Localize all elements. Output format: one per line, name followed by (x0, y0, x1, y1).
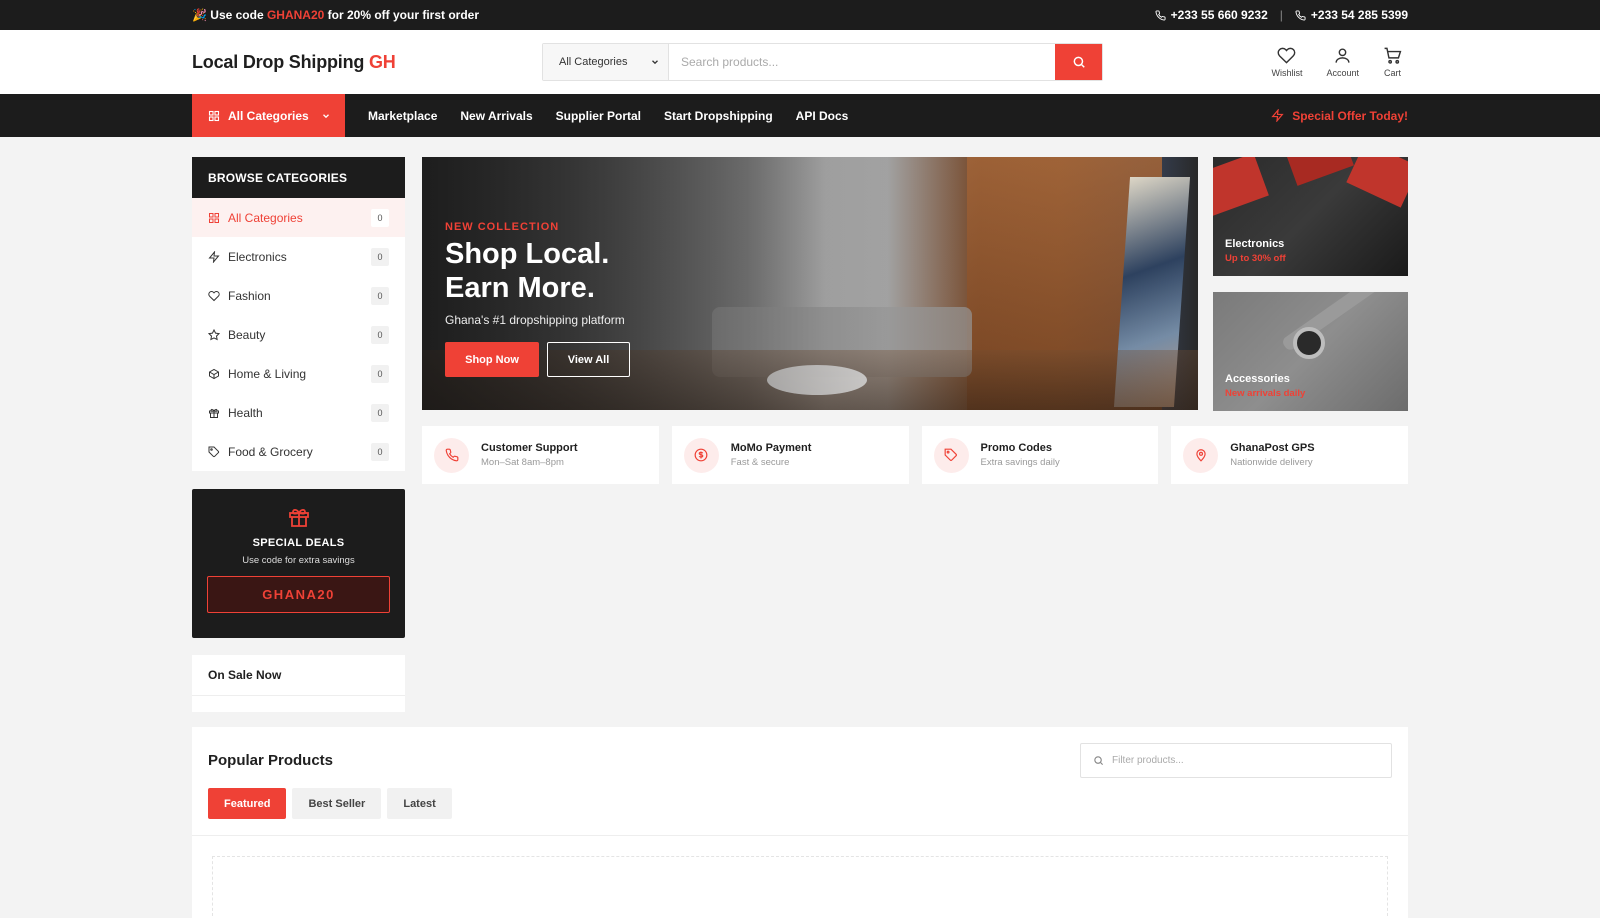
feature-customer-support: Customer Support Mon–Sat 8am–8pm (422, 426, 659, 484)
tag-icon (944, 448, 957, 461)
deals-title: SPECIAL DEALS (252, 537, 345, 549)
main-nav: All Categories Marketplace New Arrivals … (0, 94, 1600, 137)
cart-button[interactable]: Cart (1383, 46, 1402, 78)
heart-icon (1278, 47, 1296, 64)
grid-icon (208, 110, 220, 121)
tab-best-seller[interactable]: Best Seller (292, 788, 382, 819)
sidebar-item-fashion[interactable]: Fashion 0 (192, 276, 405, 315)
tag-icon (208, 446, 220, 457)
bag-image (1213, 157, 1269, 216)
star-icon (208, 328, 220, 340)
tab-featured[interactable]: Featured (208, 788, 287, 819)
location-icon (1196, 449, 1206, 462)
nav-link-marketplace[interactable]: Marketplace (368, 109, 437, 123)
filter-products-input[interactable]: Filter products... (1080, 743, 1392, 778)
chevron-down-icon (322, 113, 329, 118)
sidebar-item-all-categories[interactable]: All Categories 0 (192, 198, 405, 237)
category-list: BROWSE CATEGORIES All Categories 0 Elect… (192, 157, 405, 471)
on-sale-title: On Sale Now (192, 655, 405, 696)
hero-subtitle: Ghana's #1 dropshipping platform (445, 313, 625, 327)
promo-code: GHANA20 (266, 8, 325, 22)
hero-banner: NEW COLLECTION Shop Local. Earn More. Gh… (422, 157, 1198, 410)
deals-subtitle: Use code for extra savings (242, 555, 355, 566)
grid-icon (209, 212, 219, 223)
phone-separator: | (1279, 8, 1283, 22)
sidebar-item-health[interactable]: Health 0 (192, 393, 405, 432)
category-count: 0 (371, 286, 389, 305)
special-deals-card: SPECIAL DEALS Use code for extra savings… (192, 489, 405, 638)
special-offer-link[interactable]: Special Offer Today! (1271, 109, 1408, 123)
gift-icon (288, 508, 309, 527)
phone-icon (1155, 9, 1166, 20)
hero-headline-1: Shop Local. (445, 238, 610, 270)
category-count: 0 (371, 364, 389, 383)
hero-tag: NEW COLLECTION (445, 221, 560, 233)
promo-text: 🎉 Use code GHANA20 for 20% off your firs… (192, 8, 480, 22)
search-icon (1094, 756, 1104, 766)
sidebar: BROWSE CATEGORIES All Categories 0 Elect… (192, 157, 405, 712)
chevron-down-icon (652, 60, 658, 65)
feature-strip: Customer Support Mon–Sat 8am–8pm MoMo Pa… (422, 426, 1408, 484)
feature-ghanapost-gps: GhanaPost GPS Nationwide delivery (1171, 426, 1408, 484)
site-logo[interactable]: Local Drop Shipping GH (192, 52, 542, 73)
category-count: 0 (371, 247, 389, 266)
all-categories-button[interactable]: All Categories (192, 94, 345, 137)
product-tabs: Featured Best Seller Latest (192, 778, 1408, 836)
section-title: Popular Products (208, 752, 334, 769)
search-bar: All Categories (542, 43, 1103, 81)
phone-icon (1295, 9, 1306, 20)
category-list-title: BROWSE CATEGORIES (192, 157, 405, 198)
sidebar-item-electronics[interactable]: Electronics 0 (192, 237, 405, 276)
sidebar-item-home-living[interactable]: Home & Living 0 (192, 354, 405, 393)
nav-link-new-arrivals[interactable]: New Arrivals (460, 109, 532, 123)
search-category-select[interactable]: All Categories (543, 44, 669, 80)
category-count: 0 (371, 442, 389, 461)
user-icon (1335, 48, 1350, 63)
nav-link-api-docs[interactable]: API Docs (796, 109, 849, 123)
phone-number-2[interactable]: +233 54 285 5399 (1295, 8, 1408, 22)
gift-icon (209, 408, 219, 418)
money-icon (694, 448, 708, 462)
watch-image (1293, 327, 1325, 359)
on-sale-panel: On Sale Now (192, 655, 405, 712)
heart-icon (208, 290, 220, 301)
search-input[interactable] (669, 44, 1055, 80)
bag-image (1346, 157, 1408, 208)
hero-headline-2: Earn More. (445, 272, 595, 304)
bag-image (1282, 157, 1354, 186)
category-count: 0 (371, 208, 389, 227)
feature-promo-codes: Promo Codes Extra savings daily (921, 426, 1159, 484)
promo-card-accessories[interactable]: Accessories New arrivals daily (1213, 292, 1408, 411)
phone-icon (445, 448, 458, 462)
deals-code-button[interactable]: GHANA20 (207, 576, 390, 613)
top-announcement-bar: 🎉 Use code GHANA20 for 20% off your firs… (0, 0, 1600, 30)
category-count: 0 (371, 325, 389, 344)
product-grid-placeholder (212, 856, 1388, 916)
promo-card-electronics[interactable]: Electronics Up to 30% off (1213, 157, 1408, 276)
phone-number-1[interactable]: +233 55 660 9232 (1155, 8, 1268, 22)
nav-link-start-dropshipping[interactable]: Start Dropshipping (664, 109, 773, 123)
popular-products-section: Popular Products Filter products... Feat… (192, 727, 1408, 918)
sidebar-item-beauty[interactable]: Beauty 0 (192, 315, 405, 354)
shop-now-button[interactable]: Shop Now (445, 342, 539, 377)
search-button[interactable] (1055, 44, 1102, 80)
bolt-icon (208, 250, 220, 263)
sidebar-item-food-grocery[interactable]: Food & Grocery 0 (192, 432, 405, 471)
wishlist-button[interactable]: Wishlist (1271, 46, 1302, 78)
category-count: 0 (371, 403, 389, 422)
site-header: Local Drop Shipping GH All Categories Wi… (0, 30, 1600, 94)
cart-icon (1384, 47, 1402, 64)
view-all-button[interactable]: View All (547, 342, 630, 377)
bolt-icon (1271, 109, 1284, 122)
tab-latest[interactable]: Latest (387, 788, 452, 819)
feature-momo-payment: MoMo Payment Fast & secure (671, 426, 909, 484)
box-icon (209, 368, 219, 379)
account-button[interactable]: Account (1326, 46, 1359, 78)
search-icon (1073, 56, 1085, 68)
main-content: BROWSE CATEGORIES All Categories 0 Elect… (192, 137, 1408, 727)
nav-link-supplier-portal[interactable]: Supplier Portal (556, 109, 641, 123)
